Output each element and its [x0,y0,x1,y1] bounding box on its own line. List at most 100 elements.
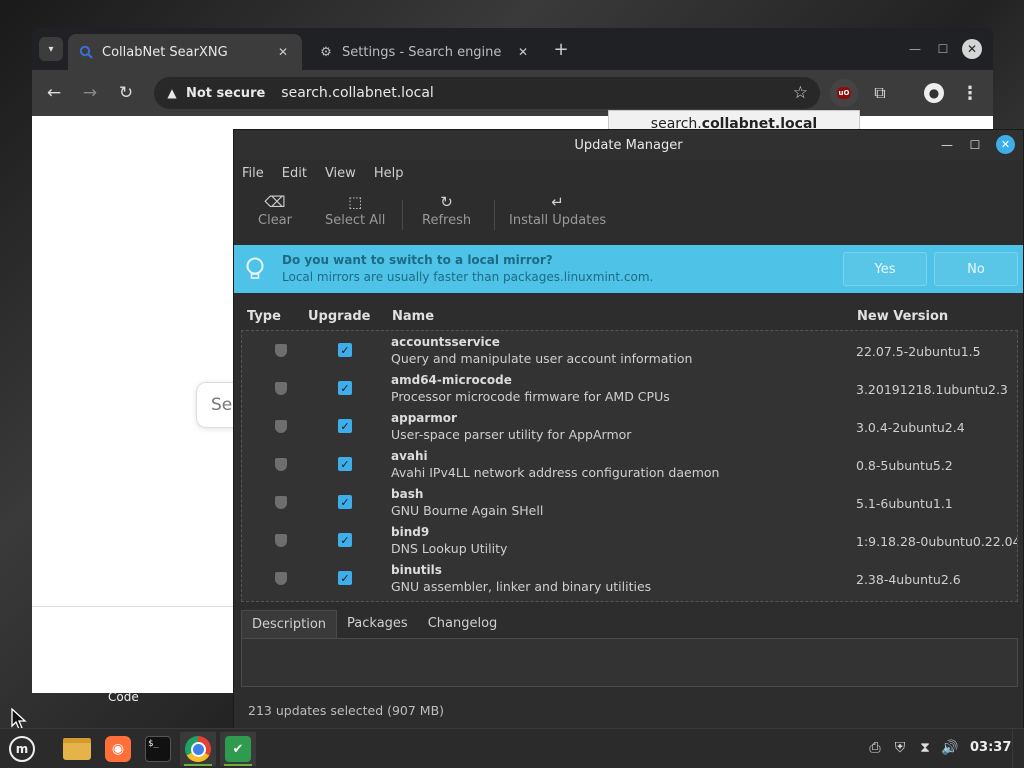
upgrade-checkbox[interactable]: ✓ [338,571,352,585]
forward-arrow-icon[interactable]: → [78,81,102,105]
reload-icon[interactable]: ↻ [114,81,138,105]
column-new-version[interactable]: New Version [857,309,948,324]
mint-menu-icon: m [9,736,35,762]
package-type-icon [275,458,287,471]
upgrade-checkbox[interactable]: ✓ [338,343,352,357]
package-name: binutils [391,563,442,577]
table-row[interactable]: ✓ avahi Avahi IPv4LL network address confi… [242,445,1017,483]
browser-menu-icon[interactable]: ⋮ [956,79,984,107]
table-row[interactable]: ✓ apparmor User-space parser utility for A… [242,407,1017,445]
chrome-task[interactable] [180,732,216,766]
table-row[interactable]: ✓ bash GNU Bourne Again SHell 5.1-6ubuntu1.… [242,483,1017,521]
url-text[interactable]: search.collabnet.local [281,85,434,101]
upgrade-checkbox[interactable]: ✓ [338,533,352,547]
package-type-icon [275,382,287,395]
column-type[interactable]: Type [247,309,281,324]
bookmark-star-icon[interactable]: ☆ [793,83,808,103]
detail-tabs: Description Packages Changelog [241,610,1018,687]
folder-icon [63,738,91,760]
upgrade-checkbox[interactable]: ✓ [338,495,352,509]
install-updates-button[interactable]: ↵ Install Updates [509,191,606,228]
package-type-icon [275,572,287,585]
package-description: Query and manipulate user account inform… [391,351,693,366]
package-description: GNU assembler, linker and binary utiliti… [391,579,652,594]
package-version: 5.1-6ubuntu1.1 [856,496,953,511]
tab-settings[interactable]: ⚙ Settings - Search engine ✕ [308,34,542,70]
close-window-button[interactable]: ✕ [962,39,982,59]
mirror-yes-button[interactable]: Yes [843,252,927,286]
update-manager-window: Update Manager — ☐ ✕ File Edit View Help… [233,129,1024,729]
new-tab-button[interactable]: + [550,38,572,60]
menu-edit[interactable]: Edit [282,166,307,181]
column-name[interactable]: Name [392,309,434,324]
column-upgrade[interactable]: Upgrade [308,309,370,324]
update-toolbar: ⌫ Clear ⬚ Select All ↻ Refresh ↵ Install… [234,186,1023,244]
clear-button[interactable]: ⌫ Clear [258,191,292,228]
active-indicator [224,764,252,766]
close-tab-icon[interactable]: ✕ [514,43,532,61]
firefox-launcher[interactable]: ◉ [100,732,136,766]
clipboard-tray-icon[interactable]: ⎙ [866,739,884,757]
tab-changelog[interactable]: Changelog [418,610,508,638]
table-row[interactable]: ✓ accountsservice Query and manipulate use… [242,331,1017,369]
security-indicator[interactable]: ▲ Not secure [164,85,265,101]
extensions-puzzle-icon[interactable]: ⧉ [866,79,894,107]
maximize-button[interactable]: ☐ [932,38,954,60]
table-row[interactable]: ✓ binutils GNU assembler, linker and binar… [242,559,1017,597]
minimize-button[interactable]: — [937,135,957,155]
mint-menu-button[interactable]: m [4,732,40,766]
menu-view[interactable]: View [325,166,356,181]
active-indicator [184,764,212,766]
package-name: apparmor [391,411,457,425]
menu-file[interactable]: File [242,166,264,181]
table-header: Type Upgrade Name New Version [241,302,1018,330]
update-manager-task[interactable]: ✔ [220,732,256,766]
clock[interactable]: 03:37 [970,740,1011,755]
maximize-button[interactable]: ☐ [965,135,985,155]
tab-description[interactable]: Description [241,610,338,638]
page-divider [32,606,252,607]
tab-searxng[interactable]: CollabNet SearXNG ✕ [68,34,302,70]
mirror-no-button[interactable]: No [934,252,1018,286]
upgrade-checkbox[interactable]: ✓ [338,457,352,471]
window-title: Update Manager [574,137,683,153]
update-manager-titlebar[interactable]: Update Manager — ☐ ✕ [234,130,1023,160]
ublock-origin-icon[interactable]: uO [830,79,858,107]
status-text: 213 updates selected (907 MB) [248,703,445,718]
back-arrow-icon[interactable]: ← [42,81,66,105]
upgrade-checkbox[interactable]: ✓ [338,419,352,433]
profile-avatar-icon[interactable]: ● [920,79,948,107]
package-description: Avahi IPv4LL network address configurati… [391,465,720,480]
refresh-icon: ↻ [440,193,453,211]
network-tray-icon[interactable]: ⧗ [916,739,934,757]
package-name: bash [391,487,424,501]
package-description: Processor microcode firmware for AMD CPU… [391,389,670,404]
update-shield-tray-icon[interactable]: ⛨ [891,739,909,757]
table-row[interactable]: ✓ amd64-microcode Processor microcode firm… [242,369,1017,407]
minimize-button[interactable]: — [904,38,926,60]
close-tab-icon[interactable]: ✕ [274,43,292,61]
show-desktop-button[interactable] [1012,729,1024,768]
package-name: bind9 [391,525,430,539]
terminal-launcher[interactable]: $_ [140,732,176,766]
menu-help[interactable]: Help [374,166,404,181]
table-row[interactable]: ✓ bind9 DNS Lookup Utility 1:9.18.28-0ubunt… [242,521,1017,559]
close-window-button[interactable]: ✕ [996,135,1015,154]
package-version: 3.0.4-2ubuntu2.4 [856,420,965,435]
description-panel [241,638,1018,687]
install-label: Install Updates [509,213,607,228]
tab-packages[interactable]: Packages [337,610,418,638]
menu-bar: File Edit View Help [234,160,1023,186]
select-all-button[interactable]: ⬚ Select All [325,191,385,228]
volume-tray-icon[interactable]: 🔊 [941,739,959,757]
address-bar[interactable]: ▲ Not secure search.collabnet.local ☆ [154,77,820,109]
refresh-label: Refresh [422,213,472,228]
files-launcher[interactable] [59,732,95,766]
search-favicon-icon [78,44,94,60]
package-description: DNS Lookup Utility [391,541,508,556]
upgrade-checkbox[interactable]: ✓ [338,381,352,395]
tab-search-button[interactable]: ▾ [39,37,63,61]
firefox-icon: ◉ [105,736,131,762]
taskbar: m ◉ $_ ✔ ⎙ ⛨ ⧗ 🔊 03:37 [0,728,1024,768]
refresh-button[interactable]: ↻ Refresh [422,191,471,228]
